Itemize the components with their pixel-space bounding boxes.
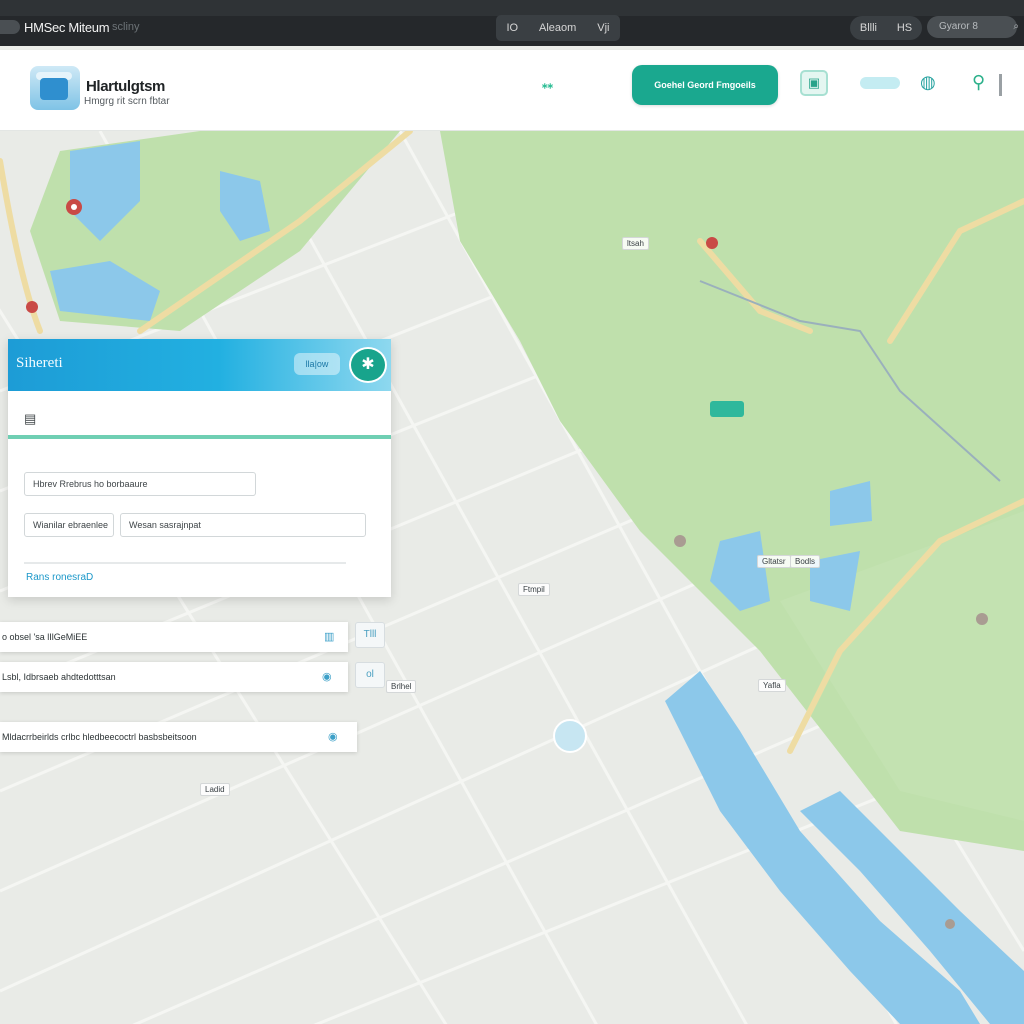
map-cluster-marker[interactable]: [553, 719, 587, 753]
filter-icon[interactable]: ▤: [24, 411, 36, 427]
result-side-button[interactable]: ol: [355, 662, 385, 688]
map-pin-east[interactable]: [976, 613, 988, 625]
map-label: Gltatsr: [757, 555, 791, 568]
filter-left-field[interactable]: Wianilar ebraenlee: [24, 513, 114, 537]
result-side-button[interactable]: Tlll: [355, 622, 385, 648]
search-icon[interactable]: ⌕: [1013, 16, 1019, 38]
window-search-placeholder: Gyaror 8: [939, 21, 978, 32]
panel-toolbar: ▤: [8, 401, 391, 439]
window-grip[interactable]: [0, 20, 20, 34]
primary-cta-button[interactable]: Goehel Geord Fmgoeils: [632, 65, 778, 105]
result-label: Mldacrrbeirlds crlbc hledbeecoctrl basbs…: [2, 732, 197, 742]
window-subtitle: scliny: [112, 21, 140, 33]
window-control-hs[interactable]: HS: [897, 22, 912, 34]
map-marker-badge[interactable]: [710, 401, 744, 417]
map-label: Brlhel: [386, 680, 417, 693]
map-label: Ladid: [200, 783, 230, 796]
result-label: Lsbl, Idbrsaeb ahdtedotttsan: [2, 672, 116, 682]
plug-icon[interactable]: ⚲: [972, 72, 985, 93]
panel-link[interactable]: Rans ronesraD: [26, 572, 93, 583]
result-label: o obsel 'sa lIlGeMiEE: [2, 632, 88, 642]
map-label: ltsah: [622, 237, 649, 250]
panel-title: Sihereti: [16, 355, 63, 371]
window-control-io[interactable]: IO: [506, 22, 518, 34]
result-item[interactable]: Lsbl, Idbrsaeb ahdtedotttsan ◉: [0, 662, 348, 692]
map-label: Bodls: [790, 555, 821, 568]
window-control-vji[interactable]: Vji: [597, 22, 609, 34]
map-pin-west[interactable]: [26, 301, 38, 313]
window-control-bllli[interactable]: Bllli: [860, 22, 877, 34]
window-control-aleaom[interactable]: Aleaom: [539, 22, 576, 34]
panel-chip[interactable]: lla|ow: [294, 353, 340, 375]
window-title: HMSec Miteum: [24, 20, 110, 35]
panel-header: Sihereti lla|ow ✱: [8, 339, 391, 391]
settings-icon[interactable]: ✱: [349, 347, 387, 383]
notification-pill[interactable]: [860, 77, 900, 89]
map-pin-river[interactable]: [945, 919, 955, 929]
panel-divider: [24, 562, 346, 564]
location-icon: ◉: [322, 671, 332, 683]
app-header: Hlartulgtsm Hmgrg rit scrn fbtar: [0, 50, 1024, 131]
nav-item[interactable]: ⁎⁎: [542, 78, 553, 91]
map-square-icon[interactable]: ▣: [800, 70, 828, 96]
window-center-controls: IO Aleaom Vji: [496, 15, 620, 41]
search-panel: Sihereti lla|ow ✱ ▤ Hbrev Rrebrus ho bor…: [8, 339, 391, 597]
logo-drop: [40, 78, 68, 100]
filter-right-field[interactable]: Wesan sasrajnpat: [120, 513, 366, 537]
map-pin-center[interactable]: [706, 237, 718, 249]
result-item[interactable]: Mldacrrbeirlds crlbc hledbeecoctrl basbs…: [0, 722, 357, 752]
brand-tagline: Hmgrg rit scrn fbtar: [84, 96, 170, 107]
map-label: Yafla: [758, 679, 786, 692]
location-icon: ◉: [328, 731, 338, 743]
header-divider: [999, 74, 1002, 96]
location-icon: ▥: [324, 631, 335, 643]
map-pin-nw[interactable]: [66, 199, 82, 215]
map-pin-south[interactable]: [674, 535, 686, 547]
window-titlebar: HMSec Miteum scliny IO Aleaom Vji Bllli …: [0, 0, 1024, 46]
result-item[interactable]: o obsel 'sa lIlGeMiEE ▥: [0, 622, 348, 652]
location-search-input[interactable]: Hbrev Rrebrus ho borbaaure: [24, 472, 256, 496]
brand-title: Hlartulgtsm: [86, 78, 165, 95]
window-search-input[interactable]: Gyaror 8 ⌕: [927, 16, 1019, 38]
window-right-controls: Bllli HS: [850, 16, 922, 40]
globe-icon[interactable]: ◍: [920, 72, 936, 93]
app-logo[interactable]: [30, 66, 80, 110]
map-label: Ftmpil: [518, 583, 550, 596]
